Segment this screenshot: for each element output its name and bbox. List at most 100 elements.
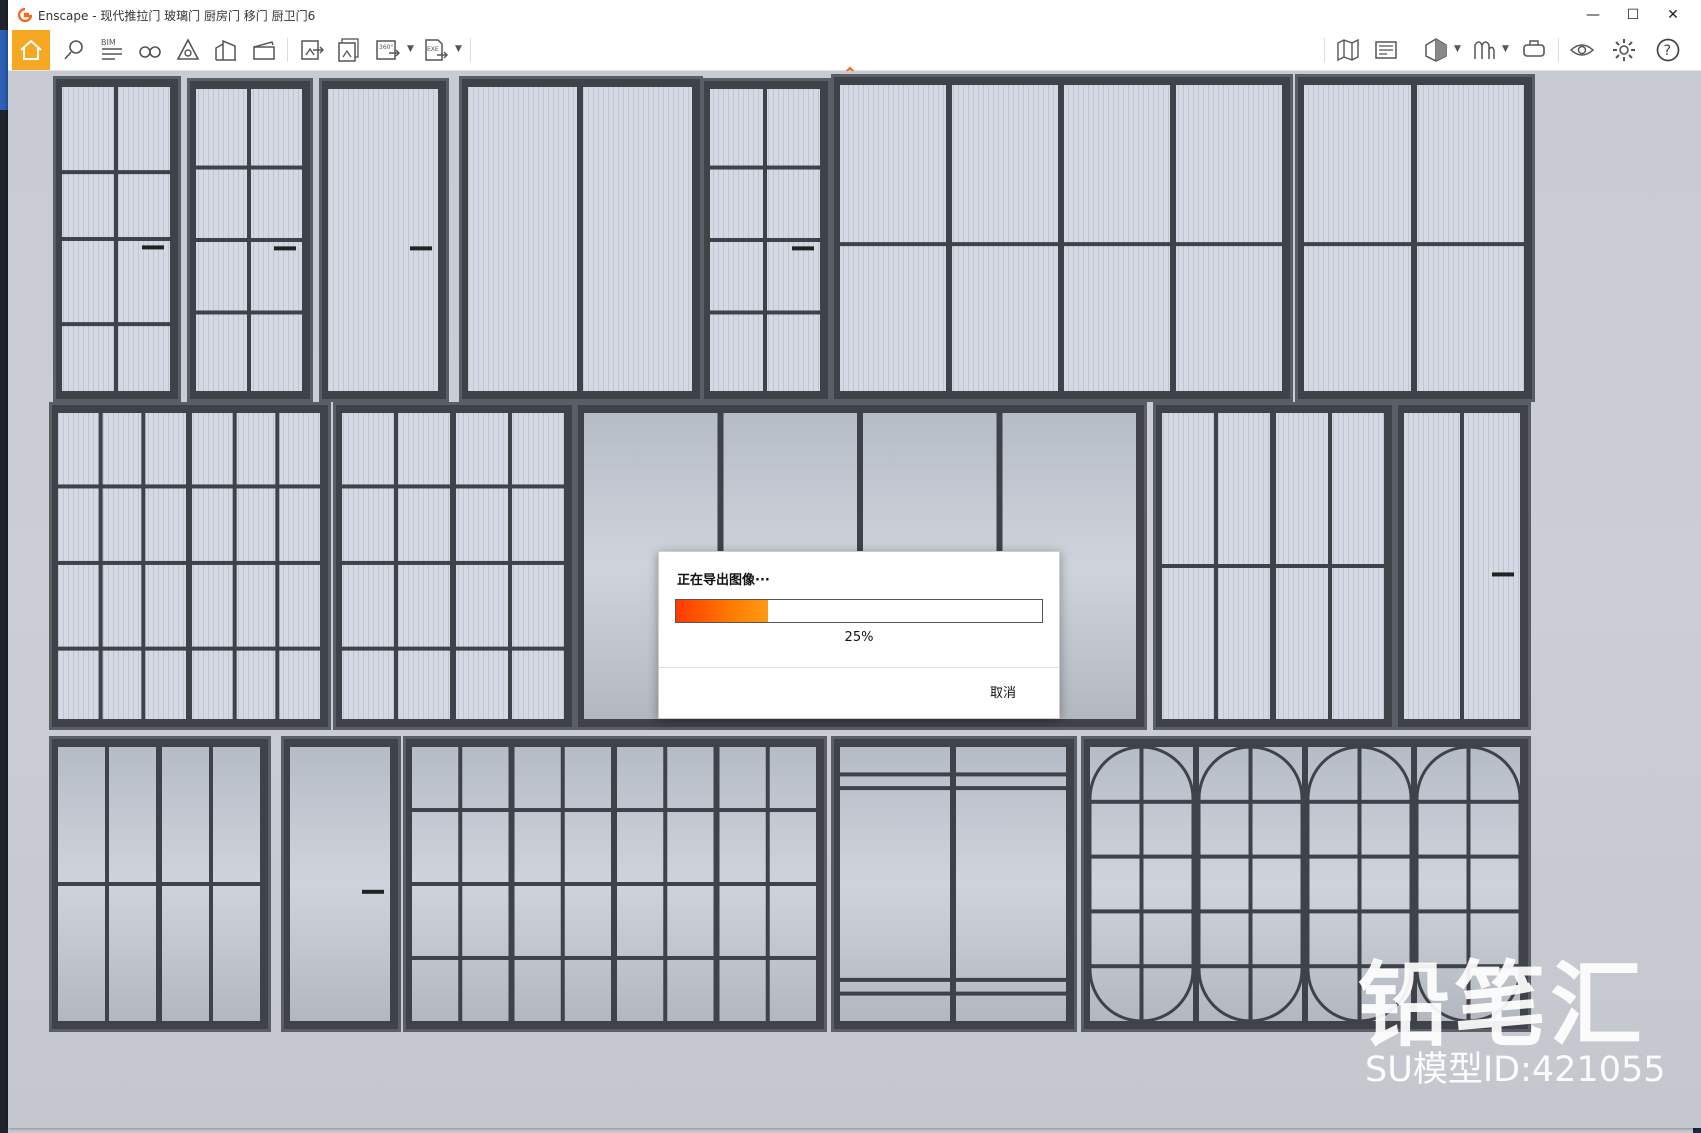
asset-library-icon [1375,41,1397,59]
glass-rail [840,977,950,982]
glass-panel [1304,85,1411,391]
glass-mullion [1460,413,1464,719]
location-pin-icon [64,40,83,60]
panorama-export-button[interactable]: 360° [372,34,404,66]
vr-button[interactable] [1518,34,1550,66]
glass-rail [58,560,186,565]
buildings-icon [215,39,236,61]
glass-panel [290,747,390,1021]
progress-fill [676,600,768,622]
settings-gear-icon [1613,39,1635,61]
map-button[interactable] [1332,34,1364,66]
door-handle [410,246,432,251]
toolbar-separator [1324,38,1325,62]
glass-panel [952,85,1058,391]
glass-mullion [1214,413,1218,719]
dialog-title: 正在导出图像··· [677,573,770,588]
location-button[interactable] [58,34,90,66]
glass-rail [840,991,950,996]
desktop-edge-highlight [0,30,8,110]
material-button[interactable] [1468,34,1500,66]
exe-export-icon: EXE [425,39,448,61]
panorama-360-icon: 360° [376,40,400,60]
glass-mullion [209,747,213,1021]
watermark-model-id: SU模型ID:421055 [1365,1050,1666,1090]
panorama-dropdown-chevron-icon[interactable]: ▼ [407,44,414,54]
glass-rail [952,242,1058,247]
glass-rail [192,560,320,565]
asset-library-button[interactable] [1370,34,1402,66]
svg-text:BIM: BIM [101,38,116,47]
glass-panel [192,413,320,719]
binoculars-icon [139,46,161,58]
clapperboard-icon [253,41,275,60]
visual-settings-button[interactable] [1566,34,1598,66]
toolbar-separator [287,38,288,62]
glass-rail [1417,242,1524,247]
atmosphere-button[interactable] [172,34,204,66]
glass-mullion [1248,747,1253,1021]
glass-rail [840,772,950,777]
glass-rail [1176,242,1282,247]
close-button[interactable]: ✕ [1651,0,1695,30]
cancel-button[interactable]: 取消 [973,676,1033,706]
window-title: Enscape - 现代推拉门 玻璃门 厨房门 移门 厨卫门6 [38,8,316,23]
glass-panel [1417,85,1524,391]
door-handle [362,889,384,894]
batch-export-button[interactable] [334,34,366,66]
maximize-button[interactable]: ☐ [1611,0,1655,30]
glass-rail [956,772,1066,777]
door-handle [274,246,296,251]
glass-panel [1064,85,1170,391]
home-icon [20,39,42,60]
glass-rail [192,484,320,489]
desktop-edge-left [0,0,8,1133]
vr-headset-icon [1523,40,1545,57]
minimize-button[interactable]: — [1571,0,1615,30]
buildings-button[interactable] [210,34,242,66]
bim-button[interactable]: BIM [96,34,128,66]
export-image-button[interactable] [296,34,328,66]
render-viewport[interactable]: 铅笔汇 SU模型ID:421055 正在导出图像··· 25% 取消 [8,71,1701,1128]
help-icon: ? [1656,38,1680,62]
exe-dropdown-chevron-icon[interactable]: ▼ [455,44,462,54]
glass-panel [583,87,692,391]
video-editor-button[interactable] [248,34,280,66]
progress-bar [675,599,1043,623]
toolbar-separator [470,38,471,62]
glass-mullion [114,87,118,391]
export-progress-dialog: 正在导出图像··· 25% 取消 [658,551,1060,719]
glass-mullion [458,747,463,1021]
glass-mullion [663,747,668,1021]
binoculars-button[interactable] [134,34,166,66]
cube-button[interactable] [1420,34,1452,66]
enscape-window: Enscape - 现代推拉门 玻璃门 厨房门 移门 厨卫门6 — ☐ ✕ BI… [8,0,1701,1128]
bim-icon: BIM [101,38,122,60]
enscape-logo-icon [18,8,32,22]
settings-button[interactable] [1608,34,1640,66]
export-image-icon [301,40,324,60]
glass-rail [956,786,1066,791]
glass-rail [840,786,950,791]
glass-rail [58,484,186,489]
material-dropdown-chevron-icon[interactable]: ▼ [1502,44,1509,54]
glass-panel [1176,85,1282,391]
glass-mullion [247,89,251,391]
material-icon [1474,41,1495,59]
exe-export-button[interactable]: EXE [420,34,452,66]
glass-mullion [1139,747,1144,1021]
visual-settings-icon [1569,44,1595,56]
cube-dropdown-chevron-icon[interactable]: ▼ [1454,44,1461,54]
glass-mullion [141,413,146,719]
home-button[interactable] [12,30,50,70]
glass-rail [1304,242,1411,247]
door-handle [1492,572,1514,577]
help-button[interactable]: ? [1652,34,1684,66]
progress-percent: 25% [844,630,874,645]
glass-mullion [275,413,280,719]
dialog-divider [659,667,1059,668]
glass-rail [58,646,186,651]
glass-mullion [98,413,103,719]
toolbar-separator [1558,38,1559,62]
title-bar[interactable]: Enscape - 现代推拉门 玻璃门 厨房门 移门 厨卫门6 — ☐ ✕ [8,0,1701,30]
